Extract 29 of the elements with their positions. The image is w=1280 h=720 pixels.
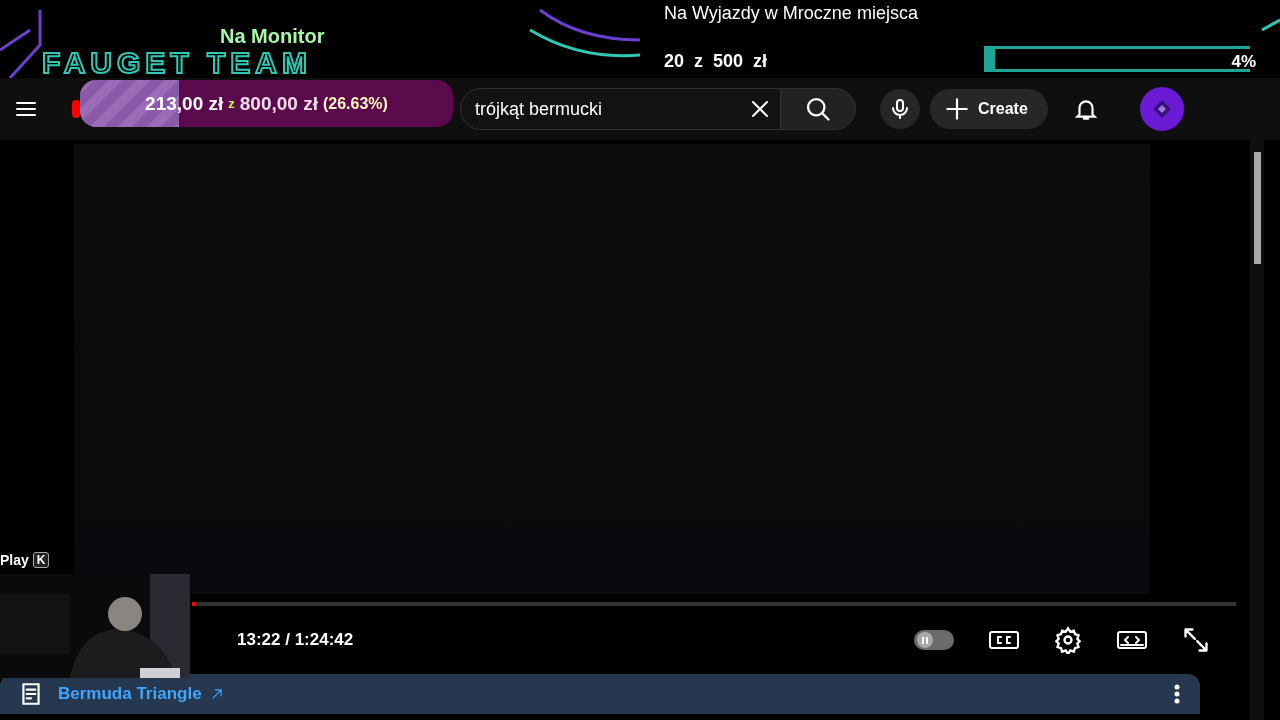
goal-title: Na Wyjazdy w Mroczne miejsca bbox=[664, 2, 919, 24]
external-link-icon bbox=[209, 687, 224, 701]
donation-separator: z bbox=[228, 96, 235, 111]
search-input[interactable]: trójkąt bermucki bbox=[473, 97, 740, 121]
goal-percent: 4% bbox=[1231, 52, 1256, 72]
time-display: 13:22 / 1:24:42 bbox=[237, 630, 354, 650]
donation-percent: (26.63%) bbox=[322, 94, 388, 113]
tooltip-label: Play bbox=[0, 552, 29, 568]
expand-icon bbox=[1182, 626, 1210, 654]
search-icon bbox=[804, 95, 832, 123]
create-button[interactable]: Create bbox=[930, 89, 1048, 129]
captions-icon bbox=[988, 628, 1020, 652]
goal-amount: 20 z 500 zł bbox=[664, 50, 769, 72]
donation-target: 800,00 zł bbox=[239, 92, 318, 115]
team-name: FAUGET TEAM bbox=[42, 48, 312, 78]
theater-icon bbox=[1116, 628, 1148, 652]
shortcut-key: K bbox=[32, 552, 50, 568]
avatar[interactable] bbox=[1139, 87, 1184, 131]
topic-link[interactable]: Bermuda Triangle bbox=[58, 684, 224, 704]
more-icon[interactable] bbox=[1174, 684, 1180, 704]
plus-icon bbox=[944, 96, 970, 122]
settings-icon bbox=[1054, 626, 1082, 654]
autoplay-toggle[interactable] bbox=[914, 630, 954, 650]
search-field[interactable]: trójkąt bermucki bbox=[460, 88, 780, 130]
logo-icon[interactable] bbox=[72, 100, 80, 118]
mic-button[interactable] bbox=[880, 89, 920, 129]
stream-subtitle: Na Monitor bbox=[220, 24, 325, 48]
search-button[interactable] bbox=[780, 88, 856, 130]
scrollbar-thumb[interactable] bbox=[1253, 152, 1261, 264]
